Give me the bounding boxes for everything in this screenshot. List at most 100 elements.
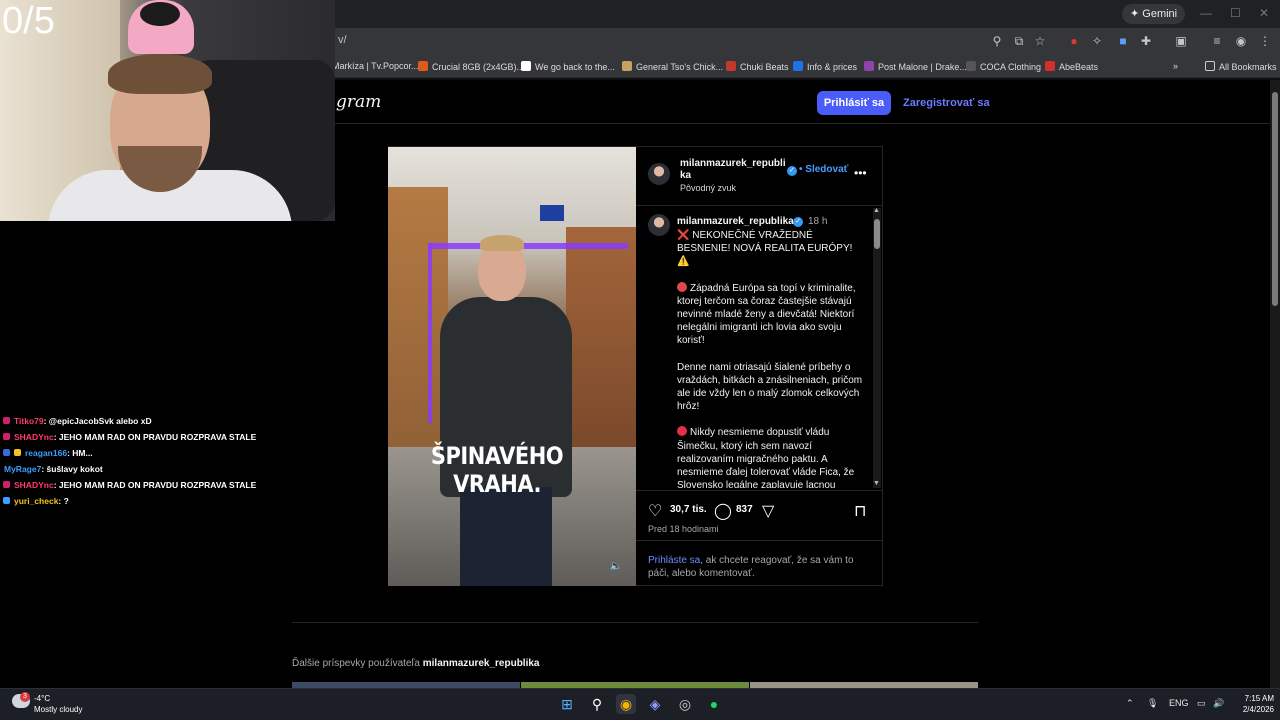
chat-message: SHADYnc: JEHO MAM RAD ON PRAVDU ROZPRAVA… [3,480,256,490]
microphone-icon[interactable]: 🎙 [1147,698,1158,709]
chat-message: reagan166: HM... [3,448,93,458]
verified-icon: ✓ [787,166,797,176]
author-avatar[interactable] [648,163,670,185]
bookmark-item-0[interactable]: Markíza | Tv.Popcor... [332,61,419,71]
chat-badge-icon [3,481,10,488]
more-options-icon[interactable]: ••• [854,166,867,180]
volume-icon[interactable]: 🔊 [1213,698,1224,709]
scroll-down-icon[interactable]: ▼ [873,480,880,487]
video-person-legs [460,487,552,586]
extensions-puzzle-icon[interactable]: ✚ [1139,34,1153,48]
bookmark-item-3[interactable]: General Tso's Chick... [622,61,723,72]
weather-temperature[interactable]: -4°C [34,694,50,703]
register-button[interactable]: Zaregistrovať sa [903,91,990,115]
no-entry-icon [677,426,687,437]
more-posts-heading: Ďalšie príspevky používateľa milanmazure… [292,658,540,669]
author-username[interactable]: milanmazurek_republi ka [680,158,786,182]
instagram-logo[interactable]: gram [336,92,381,112]
minimize-icon[interactable]: — [1200,6,1212,20]
save-bookmark-icon[interactable]: ⊓ [854,501,866,521]
clock-time: 7:15 AM [1244,694,1274,703]
video-light-strip [428,243,628,249]
bookmark-favicon-icon [864,61,874,71]
page-scrollbar-thumb[interactable] [1272,92,1278,306]
caption-paragraph: Nikdy nesmieme dopustiť vládu Šimečku, k… [677,426,855,488]
bookmark-item-4[interactable]: Chuki Beats [726,61,789,72]
share-icon[interactable]: ▽ [762,501,774,521]
address-bar[interactable]: v/ [338,34,347,46]
divider [636,540,882,541]
like-count: 30,7 tis. [670,504,707,515]
chat-badge-icon [3,497,10,504]
comment-count: 837 [736,504,753,515]
extension-icon[interactable]: ✧ [1090,34,1104,48]
caption-scrollbar[interactable] [873,208,881,488]
bookmark-star-icon[interactable]: ☆ [1033,34,1047,48]
bookmark-favicon-icon [521,61,531,71]
sidebar-icon[interactable]: ▣ [1174,34,1188,48]
extension-badge-icon[interactable]: ■ [1116,34,1130,48]
bookmarks-overflow-icon[interactable]: » [1173,61,1178,71]
folder-icon [1205,61,1215,71]
posted-ago: Pred 18 hodinami [648,524,719,534]
webcam-person-hair [108,54,212,94]
profile-avatar-icon[interactable]: ◉ [1234,34,1248,48]
eu-flag-icon [540,205,564,221]
taskbar-clock[interactable]: 7:15 AM 2/4/2026 [1228,693,1274,715]
video-caption: ŠPINAVÉHO VRAHA. [430,442,564,498]
zoom-icon[interactable]: ⚲ [990,34,1004,48]
login-button[interactable]: Prihlásiť sa [817,91,891,115]
bookmark-item-5[interactable]: Info & prices [793,61,857,72]
spotify-icon[interactable]: ● [704,694,724,714]
follow-button[interactable]: • Sledovať [799,164,848,175]
discord-icon[interactable]: ◈ [645,694,665,714]
extension-opera-icon[interactable]: ● [1067,34,1081,48]
section-divider [292,622,978,623]
divider [636,205,882,206]
reel-video[interactable] [388,147,636,586]
weather-condition[interactable]: Mostly cloudy [34,705,82,714]
bookmark-favicon-icon [418,61,428,71]
reading-list-icon[interactable]: ≡ [1210,34,1224,48]
bookmark-favicon-icon [726,61,736,71]
caption-avatar[interactable] [648,214,670,236]
tray-overflow-icon[interactable]: ⌃ [1126,698,1134,709]
all-bookmarks[interactable]: All Bookmarks [1205,61,1277,72]
chat-message: yuri_check: ? [3,496,69,506]
restore-icon[interactable]: ☐ [1230,6,1241,20]
chat-message: Titko79: @epicJacobSvk alebo xD [3,416,152,426]
bookmark-item-7[interactable]: COCA Clothing [966,61,1041,72]
bookmark-favicon-icon [622,61,632,71]
mute-icon[interactable]: 🔈 [609,560,623,574]
menu-kebab-icon[interactable]: ⋮ [1258,34,1272,48]
chat-badge-icon [3,449,10,456]
gemini-button[interactable]: ✦ Gemini [1122,4,1186,24]
audio-label[interactable]: Pôvodný zvuk [680,183,736,193]
windows-start-icon[interactable]: ⊞ [557,694,577,714]
video-person-hair [480,235,524,251]
weather-badge: 3 [20,692,30,702]
network-icon[interactable]: ▭ [1197,698,1206,709]
caption-scrollbar-thumb[interactable] [874,219,880,249]
install-icon[interactable]: ⧉ [1012,34,1026,48]
bookmark-favicon-icon [1045,61,1055,71]
post-caption: ❌ NEKONEČNÉ VRAŽEDNÉ BESNENIE! NOVÁ REAL… [677,229,863,488]
caption-username[interactable]: milanmazurek_republika [677,216,794,227]
obs-icon[interactable]: ◎ [675,694,695,714]
language-indicator[interactable]: ENG [1169,698,1189,708]
scroll-up-icon[interactable]: ▲ [873,207,880,214]
bookmark-item-8[interactable]: AbeBeats [1045,61,1098,72]
login-link[interactable]: Prihláste sa [648,555,700,566]
comment-icon[interactable]: ◯ [714,501,732,521]
chrome-icon[interactable]: ◉ [616,694,636,714]
close-icon[interactable]: ✕ [1259,6,1269,20]
caption-paragraph: ❌ NEKONEČNÉ VRAŽEDNÉ BESNENIE! NOVÁ REAL… [677,230,853,268]
bookmark-item-1[interactable]: Crucial 8GB (2x4GB)... [418,61,524,72]
bookmark-item-6[interactable]: Post Malone | Drake... [864,61,967,72]
video-light-strip [428,243,432,423]
bookmark-item-2[interactable]: We go back to the... [521,61,615,72]
search-icon[interactable]: ⚲ [587,694,607,714]
chat-badge-icon [14,449,21,456]
like-heart-icon[interactable]: ♡ [648,501,662,521]
gemini-label: Gemini [1142,8,1178,20]
